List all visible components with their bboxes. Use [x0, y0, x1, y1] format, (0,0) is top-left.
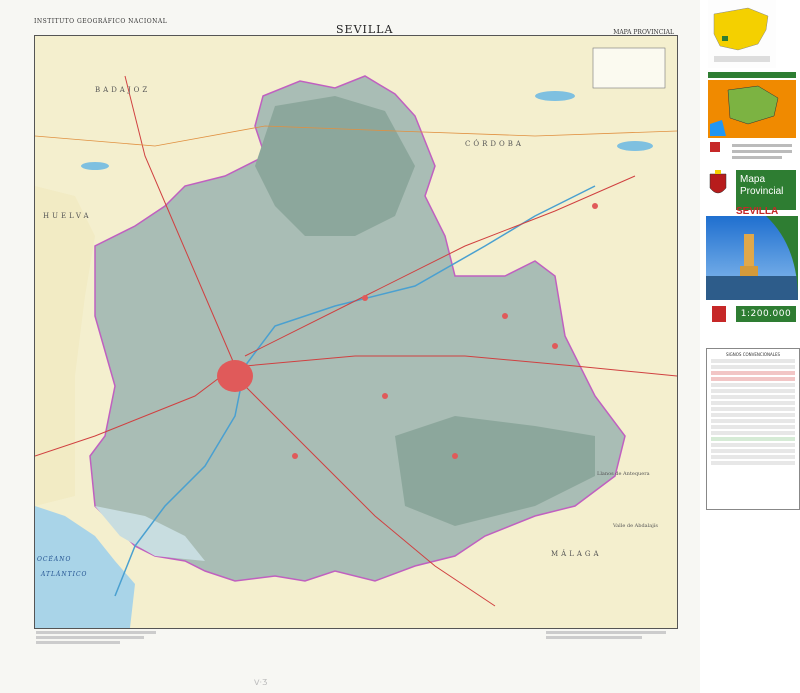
spain-inset-map-icon [708, 0, 776, 68]
legend-row [711, 365, 795, 369]
map-header: INSTITUTO GEOGRÁFICO NACIONAL SEVILLA MA… [34, 14, 674, 36]
town-estepa [552, 343, 558, 349]
map-area[interactable]: CÓRDOBA HUELVA BADAJOZ MÁLAGA OCÉANO ATL… [34, 35, 678, 629]
label-valle: Valle de Abdalajís [613, 523, 658, 529]
footer-right [546, 631, 666, 639]
town-cordoba [592, 203, 598, 209]
town-osuna [452, 453, 458, 459]
ministry-logo-icon [708, 300, 730, 330]
map-canvas [35, 36, 677, 628]
label-cordoba: CÓRDOBA [465, 140, 524, 148]
label-ocean-line2: ATLÁNTICO [41, 571, 88, 578]
label-huelva: HUELVA [43, 212, 92, 220]
logo-icon [710, 142, 720, 152]
side-title-line1: Mapa [740, 174, 766, 185]
legend-row [711, 461, 795, 465]
legend-row [711, 431, 795, 435]
corner-mark-left: ᐯ·Ʒ [254, 678, 268, 687]
footer-notes [34, 631, 676, 671]
legend-row [711, 419, 795, 423]
side-title-line2: Provincial [740, 186, 784, 197]
legend-row [711, 383, 795, 387]
sevilla-city [217, 360, 253, 392]
legend-row [711, 395, 795, 399]
legend-row [711, 455, 795, 459]
town-utrera [292, 453, 298, 459]
legend-row [711, 443, 795, 447]
legend-row [711, 371, 795, 375]
label-ocean-line1: OCÉANO [37, 556, 72, 563]
andalucia-inset [708, 80, 796, 138]
label-llanos: Llanos de Antequera [597, 471, 650, 477]
legend-row [711, 425, 795, 429]
andalucia-inset-map-icon [708, 80, 796, 138]
map-title-block: Mapa Provincial [736, 170, 796, 210]
legend-row [711, 407, 795, 411]
legend-row [711, 437, 795, 441]
green-band-1 [708, 72, 796, 78]
spain-inset [708, 0, 776, 68]
town-lora [362, 295, 368, 301]
legend-row [711, 401, 795, 405]
town-ecija [502, 313, 508, 319]
torre-del-oro-photo [706, 216, 798, 300]
footer-left [36, 631, 156, 644]
legend-title: SIGNOS CONVENCIONALES [725, 352, 781, 357]
legend-row [711, 377, 795, 381]
publisher-label: INSTITUTO GEOGRÁFICO NACIONAL [34, 18, 168, 25]
map-inset-legend [592, 47, 666, 89]
legend-row [711, 359, 795, 363]
reservoir-2 [617, 141, 653, 151]
legend-row [711, 449, 795, 453]
legend-row [711, 389, 795, 393]
info-block [708, 140, 796, 166]
map-sheet: INSTITUTO GEOGRÁFICO NACIONAL SEVILLA MA… [0, 0, 800, 693]
reservoir-3 [81, 162, 109, 170]
label-ocean: OCÉANO ATLÁNTICO [37, 556, 87, 578]
reservoir-1 [535, 91, 575, 101]
town-carmona [382, 393, 388, 399]
label-malaga: MÁLAGA [551, 550, 602, 558]
side-panel: Mapa Provincial SEVILLA 1:200.000 SIGNOS… [700, 0, 800, 693]
coat-of-arms-icon [708, 170, 728, 200]
legend-panel: SIGNOS CONVENCIONALES [706, 348, 800, 510]
scale-badge: 1:200.000 [736, 306, 796, 322]
legend-row [711, 413, 795, 417]
label-badajoz: BADAJOZ [95, 86, 151, 94]
